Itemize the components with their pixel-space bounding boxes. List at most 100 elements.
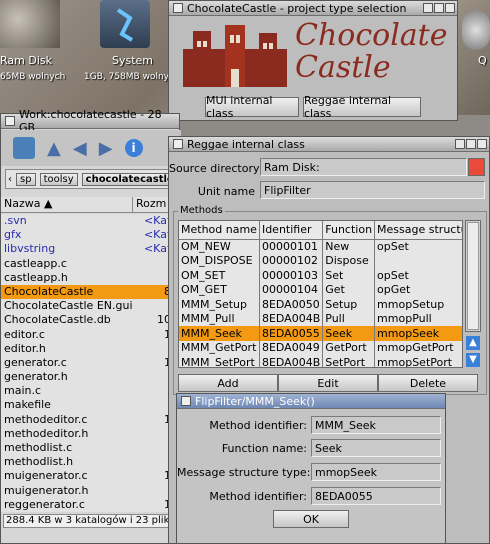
file-name: methodlist.h bbox=[4, 455, 74, 469]
mui-internal-class-button[interactable]: MUI internal class bbox=[205, 94, 299, 120]
method-row[interactable]: MMM_Pull 8EDA004B Pull mmopPull bbox=[179, 311, 462, 326]
file-list-row[interactable]: methodeditor.h bbox=[1, 427, 181, 441]
close-icon[interactable] bbox=[173, 3, 183, 13]
system-drive-label[interactable]: System bbox=[112, 54, 153, 67]
column-message-structure[interactable]: Message structure bbox=[374, 221, 462, 240]
ram-disk-icon[interactable] bbox=[0, 0, 60, 48]
function-cell: Dispose bbox=[322, 253, 376, 268]
method-name-cell: OM_NEW bbox=[179, 239, 260, 254]
scrollbar-knob[interactable] bbox=[467, 222, 479, 330]
file-list-row[interactable]: methodlist.c4 bbox=[1, 441, 181, 455]
info-icon[interactable]: i bbox=[124, 139, 143, 157]
scroll-up-icon[interactable]: ▲ bbox=[466, 336, 480, 350]
file-name: castleapp.h bbox=[4, 270, 68, 284]
method-row[interactable]: MMM_SetPort 8EDA004B SetPort mmopSetPort bbox=[179, 355, 462, 367]
source-directory-field[interactable]: Ram Disk: bbox=[260, 158, 467, 176]
message-structure-cell: opSet bbox=[374, 268, 462, 283]
status-bar: 288.4 KB w 3 katalogów i 23 plików. (8 bbox=[3, 514, 179, 528]
file-list-row[interactable]: muigenerator.c14 bbox=[1, 469, 181, 483]
folder-picker-icon[interactable] bbox=[468, 158, 485, 176]
unit-name-field[interactable]: FlipFilter bbox=[260, 181, 485, 199]
ram-disk-label[interactable]: Ram Disk bbox=[0, 54, 52, 67]
zoom-icon[interactable] bbox=[434, 3, 444, 13]
column-method-name[interactable]: Method name bbox=[179, 221, 260, 240]
method-row[interactable]: MMM_Seek 8EDA0055 Seek mmopSeek bbox=[179, 326, 462, 341]
iconify-icon[interactable] bbox=[455, 139, 465, 149]
message-structure-field[interactable]: mmopSeek bbox=[311, 463, 441, 481]
file-list-row[interactable]: ChocolateCastle84 bbox=[1, 284, 181, 300]
file-list-row[interactable]: main.c5 bbox=[1, 384, 181, 398]
file-list-row[interactable]: generator.c17 bbox=[1, 356, 181, 370]
up-arrow-icon[interactable]: ▲ bbox=[47, 138, 61, 159]
close-icon[interactable] bbox=[5, 116, 15, 126]
method-editor-titlebar[interactable]: FlipFilter/MMM_Seek() bbox=[177, 394, 445, 409]
forward-arrow-icon[interactable]: ▶ bbox=[99, 138, 113, 159]
q-drive-label[interactable]: Q bbox=[478, 54, 487, 67]
function-name-field[interactable]: Seek bbox=[311, 439, 441, 457]
column-name[interactable]: Nazwa ▲ bbox=[1, 197, 133, 212]
edit-button[interactable]: Edit bbox=[278, 374, 378, 392]
method-row[interactable]: MMM_GetPort 8EDA0049 GetPort mmopGetPort bbox=[179, 340, 462, 355]
message-structure-cell: opGet bbox=[374, 282, 462, 297]
file-name: methodeditor.c bbox=[4, 412, 88, 426]
zoom-icon[interactable] bbox=[466, 139, 476, 149]
method-row[interactable]: OM_SET 00000103 Set opSet bbox=[179, 268, 462, 283]
file-list-row[interactable]: editor.h bbox=[1, 342, 181, 356]
methods-group-label: Methods bbox=[178, 205, 225, 216]
unit-name-label: Unit name bbox=[197, 185, 255, 198]
close-icon[interactable] bbox=[173, 139, 183, 149]
add-button[interactable]: Add bbox=[178, 374, 278, 392]
file-manager-window: Work:chocolatecastle - 28 GB ▲ ◀ ▶ i ‹ s… bbox=[0, 108, 186, 544]
reggae-internal-class-button[interactable]: Reggae internal class bbox=[303, 94, 421, 120]
identifier-cell: 00000103 bbox=[259, 268, 324, 283]
file-name: makefile bbox=[4, 398, 51, 412]
column-identifier[interactable]: Identifier bbox=[259, 221, 324, 240]
method-row[interactable]: MMM_Setup 8EDA0050 Setup mmopSetup bbox=[179, 297, 462, 312]
project-type-titlebar[interactable]: ChocolateCastle - project type selection bbox=[169, 1, 457, 16]
depth-icon[interactable] bbox=[477, 139, 487, 149]
file-name: .svn bbox=[4, 214, 27, 227]
method-row[interactable]: OM_DISPOSE 00000102 Dispose bbox=[179, 253, 462, 268]
message-structure-cell: mmopSeek bbox=[374, 326, 462, 341]
system-drive-icon[interactable] bbox=[100, 0, 150, 48]
file-list-row[interactable]: methodlist.h1 bbox=[1, 455, 181, 469]
reggae-titlebar[interactable]: Reggae internal class bbox=[169, 137, 489, 152]
ok-button[interactable]: OK bbox=[273, 510, 349, 528]
back-arrow-icon[interactable]: ◀ bbox=[73, 138, 87, 159]
file-list-row[interactable]: castleapp.c3 bbox=[1, 257, 181, 271]
file-name: libvstring bbox=[4, 242, 56, 256]
file-manager-titlebar[interactable]: Work:chocolatecastle - 28 GB bbox=[1, 108, 179, 134]
breadcrumb-item[interactable]: chocolatecastle bbox=[81, 172, 178, 186]
parent-folder-icon[interactable] bbox=[13, 137, 35, 159]
breadcrumb-item[interactable]: toolsy bbox=[39, 172, 78, 186]
q-drive-icon[interactable] bbox=[462, 10, 490, 50]
file-list-row[interactable]: castleapp.h bbox=[1, 271, 181, 285]
file-list-row[interactable]: reggenerator.c11 bbox=[1, 498, 181, 512]
breadcrumb-item[interactable]: sp bbox=[16, 172, 36, 186]
file-name: editor.c bbox=[4, 327, 45, 341]
methods-scrollbar[interactable] bbox=[465, 220, 481, 332]
close-icon[interactable] bbox=[181, 396, 191, 406]
delete-button[interactable]: Delete bbox=[378, 374, 478, 392]
scroll-down-icon[interactable]: ▼ bbox=[466, 353, 480, 367]
method-row[interactable]: OM_GET 00000104 Get opGet bbox=[179, 282, 462, 297]
file-list-row[interactable]: editor.c10 bbox=[1, 328, 181, 342]
file-name: ChocolateCastle.db bbox=[4, 313, 111, 327]
breadcrumb-left-icon[interactable]: ‹ bbox=[8, 174, 12, 185]
identifier-cell: 8EDA004B bbox=[259, 355, 324, 367]
file-list-row[interactable]: ChocolateCastle.db105 bbox=[1, 313, 181, 327]
method-id-hex-field[interactable]: 8EDA0055 bbox=[311, 487, 441, 505]
file-list-row[interactable]: generator.h2 bbox=[1, 370, 181, 384]
file-list-row[interactable]: makefile2 bbox=[1, 398, 181, 412]
method-identifier-field[interactable]: MMM_Seek bbox=[311, 416, 441, 434]
file-list-row[interactable]: ChocolateCastle EN.guide5 bbox=[1, 299, 181, 313]
file-list-row[interactable]: gfx <Kata bbox=[1, 228, 181, 242]
file-list-row[interactable]: muigenerator.h bbox=[1, 484, 181, 498]
depth-icon[interactable] bbox=[445, 3, 455, 13]
iconify-icon[interactable] bbox=[423, 3, 433, 13]
file-list-row[interactable]: libvstring <Kata bbox=[1, 242, 181, 256]
file-list-row[interactable]: methodeditor.c11 bbox=[1, 413, 181, 427]
method-row[interactable]: OM_NEW 00000101 New opSet bbox=[179, 239, 462, 254]
file-list-row[interactable]: .svn <Kata bbox=[1, 214, 181, 228]
column-function[interactable]: Function bbox=[322, 221, 376, 240]
